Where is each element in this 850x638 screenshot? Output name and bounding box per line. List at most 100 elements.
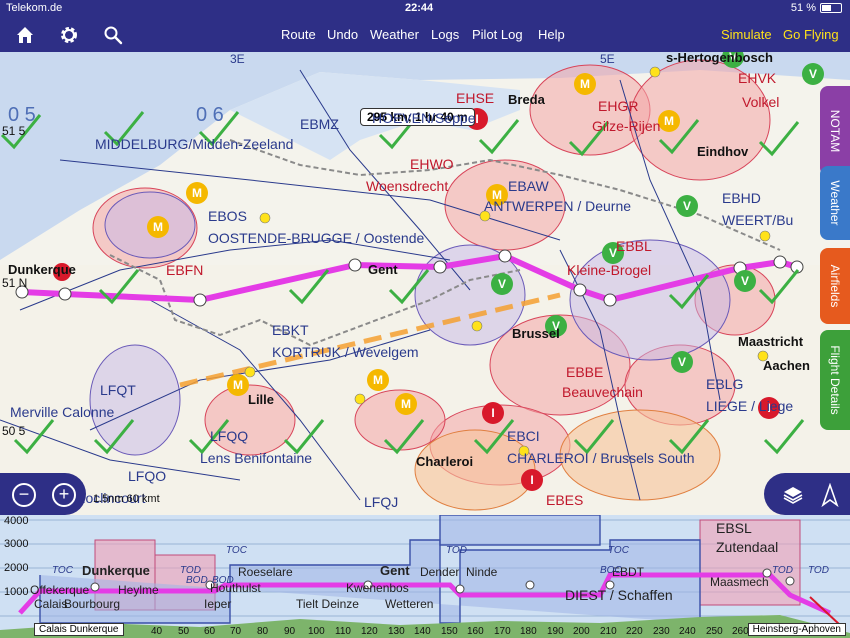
airfield-lfqq-name[interactable]: Lens Benifontaine (200, 450, 312, 466)
xtick-80: 80 (257, 626, 269, 637)
airfield-lfqt-name[interactable]: Merville Calonne (10, 404, 114, 420)
place-dunkerque: Dunkerque (8, 262, 76, 277)
xtick-100: 100 (308, 626, 325, 637)
home-icon[interactable] (14, 24, 36, 46)
airfield-ebbe-code[interactable]: EBBE (566, 364, 603, 380)
grid-label-505: 50 5 (2, 424, 26, 438)
airfield-ehwo-code[interactable]: EHWO (410, 156, 454, 172)
airfield-eblg-name[interactable]: LIEGE / Liege (706, 398, 793, 414)
airfield-ebci-name[interactable]: CHARLEROI / Brussels South (507, 450, 695, 466)
profile-place-gent: Gent (380, 563, 410, 578)
xtick-70: 70 (230, 626, 242, 637)
place-charleroi: Charleroi (416, 454, 474, 469)
carrier-label: Telekom.de (6, 2, 63, 14)
route-start-label: Calais Dunkerque (34, 623, 124, 636)
xtick-240: 240 (679, 626, 696, 637)
map-view[interactable]: M M M M M M M M V V V V V V V V I I I I (0, 52, 850, 515)
marker-toc-2: TOC (226, 545, 247, 556)
svg-text:V: V (683, 199, 691, 213)
xtick-230: 230 (653, 626, 670, 637)
airfield-lfqt-code[interactable]: LFQT (100, 382, 136, 398)
airfield-ebhd-code[interactable]: EBHD (722, 190, 761, 206)
profile-place-offekerque: Offekerque (30, 583, 90, 597)
place-breda: Breda (508, 92, 545, 107)
search-icon[interactable] (102, 24, 124, 46)
map-controls (764, 473, 850, 515)
route-end-label: Heinsberg-Aphoven (747, 623, 846, 636)
zoom-in-button[interactable]: + (52, 483, 76, 507)
airfield-lfqq-code[interactable]: LFQQ (210, 428, 248, 444)
tab-airfields[interactable]: Airfields (820, 248, 850, 324)
battery-percent: 51 % (790, 2, 816, 14)
place-gent: Gent (368, 262, 398, 277)
marker-tod-4: TOD (808, 565, 829, 576)
xtick-210: 210 (600, 626, 617, 637)
airfield-ehse-name[interactable]: HOEVEN/Seppe (372, 110, 476, 126)
grid-label-51n: 51 N (2, 276, 28, 290)
profile-place-heylme: Heylme (118, 583, 159, 597)
zoom-out-button[interactable]: − (12, 483, 36, 507)
place-maastricht: Maastricht (738, 334, 804, 349)
svg-text:M: M (373, 373, 383, 387)
svg-text:V: V (498, 277, 506, 291)
menu-logs[interactable]: Logs (431, 27, 459, 42)
airfield-lfqo-code[interactable]: LFQO (128, 468, 166, 484)
tab-weather-label: Weather (828, 180, 842, 226)
airfield-ehgr-name[interactable]: Gilze-Rijen (592, 118, 660, 134)
place-brussel: Brussel (512, 326, 560, 341)
profile-place-zutendaal: Zutendaal (716, 539, 779, 555)
airfield-ebhd-name[interactable]: WEERT/Bu (722, 212, 793, 228)
tab-airfields-label: Airfields (828, 264, 842, 308)
airfield-ebaw-code[interactable]: EBAW (508, 178, 549, 194)
profile-place-ninde: Ninde (466, 565, 498, 579)
airfield-ehgr-code[interactable]: EHGR (598, 98, 638, 114)
airfield-ebes-code[interactable]: EBES (546, 492, 583, 508)
airfield-ebbl-code[interactable]: EBBL (616, 238, 652, 254)
profile-place-bourbourg: Bourbourg (64, 597, 121, 611)
airfield-ebos-code[interactable]: EBOS (208, 208, 247, 224)
place-eindhoven: Eindhov (697, 144, 749, 159)
place-aachen: Aachen (763, 358, 810, 373)
go-flying-button[interactable]: Go Flying (783, 27, 839, 42)
grid-label-06: 0 6 (196, 104, 224, 126)
airfield-ebmz-code[interactable]: EBMZ (300, 116, 339, 132)
airfield-ebfn-code[interactable]: EBFN (166, 262, 203, 278)
airfield-ebos-name[interactable]: OOSTENDE-BRUGGE / Oostende (208, 230, 424, 246)
svg-text:M: M (580, 77, 590, 91)
airfield-ehse-code[interactable]: EHSE (456, 90, 494, 106)
clock: 22:44 (405, 2, 434, 14)
svg-text:V: V (809, 67, 817, 81)
altitude-2000: 2000 (4, 562, 29, 574)
menu-help[interactable]: Help (538, 27, 565, 42)
airfield-ebkt-name[interactable]: KORTRIJK / Wevelgem (272, 344, 419, 360)
airfield-ebkt-code[interactable]: EBKT (272, 322, 309, 338)
svg-text:V: V (741, 274, 749, 288)
simulate-button[interactable]: Simulate (721, 27, 772, 42)
north-up-icon[interactable] (820, 482, 840, 508)
profile-place-calais: Calais (34, 597, 68, 611)
airfield-lfqj-code[interactable]: LFQJ (364, 494, 398, 510)
menu-weather[interactable]: Weather (370, 27, 419, 42)
gear-icon[interactable] (58, 24, 80, 46)
airfield-ebci-code[interactable]: EBCI (507, 428, 540, 444)
airfield-eblg-code[interactable]: EBLG (706, 376, 743, 392)
menu-pilot-log[interactable]: Pilot Log (472, 27, 523, 42)
menu-route[interactable]: Route (281, 27, 316, 42)
marker-toc-1: TOC (52, 565, 73, 576)
airfield-ebaw-name[interactable]: ANTWERPEN / Deurne (484, 198, 631, 214)
layers-icon[interactable] (782, 484, 804, 506)
marker-tod-2: TOD (446, 545, 467, 556)
airfield-ehvk-code[interactable]: EHVK (738, 70, 776, 86)
svg-text:V: V (678, 355, 686, 369)
airfield-ebmz-name[interactable]: MIDDELBURG/Midden-Zeeland (95, 136, 293, 152)
grid-label-515: 51 5 (2, 124, 26, 138)
tab-flight-details[interactable]: Flight Details (820, 330, 850, 430)
battery-icon (820, 3, 842, 14)
marker-toc-3: TOC (608, 545, 629, 556)
grid-label-5e: 5E (600, 52, 615, 66)
svg-text:M: M (153, 220, 163, 234)
tab-weather[interactable]: Weather (820, 166, 850, 240)
vertical-profile[interactable]: 4000 3000 2000 1000 Dunkerque Roeselare … (0, 515, 850, 638)
menu-undo[interactable]: Undo (327, 27, 358, 42)
profile-place-kwenenbos: Kwenenbos (346, 581, 409, 595)
